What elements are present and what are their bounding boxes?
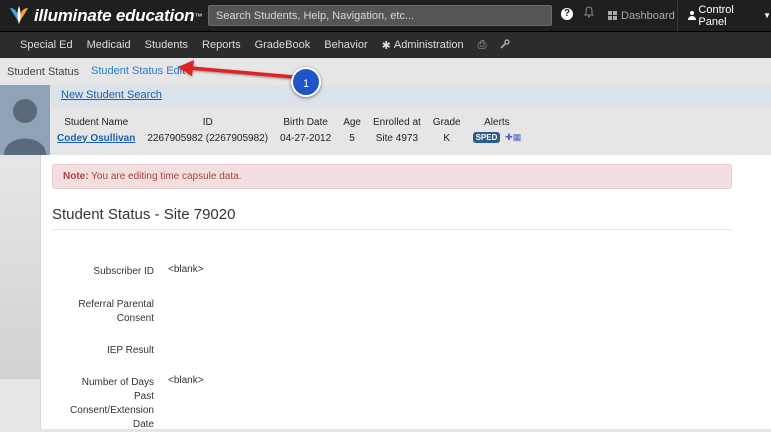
user-icon [688,11,697,20]
topbar-divider [677,0,678,31]
breadcrumb-student-status-edit[interactable]: Student Status Edit [91,65,185,77]
nav-special-ed[interactable]: Special Ed [20,39,73,51]
calendar-alert-icon[interactable]: ▦ [513,132,522,143]
notice-text: You are editing time capsule data. [88,171,242,182]
new-student-search-link[interactable]: New Student Search [61,89,162,101]
grade: K [443,132,451,144]
main-nav: Special Ed Medicaid Students Reports Gra… [0,32,771,58]
column-header: Birth Date [283,116,328,128]
control-panel-label: Control Panel [698,3,734,28]
sped-badge[interactable]: SPED [472,132,501,144]
nav-students[interactable]: Students [145,39,188,51]
column-header: Student Name [64,116,129,128]
student-name-link[interactable]: Codey Osullivan [51,130,141,146]
field-label-days-past-consent: Number of Days Past Consent/Extension Da… [70,377,154,430]
field-label-iep-result: IEP Result [106,345,154,356]
column-header: Alerts [484,116,510,128]
title-divider [52,229,732,230]
breadcrumb: Student Status Student Status Edit [0,58,771,85]
field-value-days-past-consent[interactable]: <blank> [168,375,204,386]
trademark: ™ [194,11,203,21]
column-header: ID [202,116,213,128]
column-header: Enrolled at [372,116,421,128]
notification-bell-icon[interactable] [583,6,595,21]
main-content: Note: You are editing time capsule data.… [40,155,771,430]
student-id: 2267905982 (2267905982) [147,132,269,144]
logo-icon [10,6,28,24]
field-label-subscriber-id: Subscriber ID [93,266,154,277]
birth-date: 04-27-2012 [280,132,332,144]
printer-icon[interactable]: ⎙ [478,39,487,52]
notice-prefix: Note: [63,171,89,182]
global-search-input[interactable] [208,5,552,26]
age: 5 [349,132,355,144]
dashboard-link[interactable]: Dashboard [608,0,675,31]
wrench-icon[interactable] [500,38,511,52]
column-header: Age [343,116,361,128]
left-gutter [0,155,40,379]
breadcrumb-student-status[interactable]: Student Status [7,66,79,78]
gear-icon: ✱ [381,39,391,52]
nav-administration[interactable]: ✱ Administration [382,39,464,52]
column-header: Grade [432,116,461,128]
time-capsule-notice: Note: You are editing time capsule data. [52,164,732,189]
avatar [0,85,50,155]
student-info-table: Student Name ID Birth Date Age Enrolled … [51,114,527,146]
field-label-referral-parental-consent: Referral Parental Consent [78,299,154,324]
nav-reports[interactable]: Reports [202,39,241,51]
logo[interactable]: illuminate education ™ [8,5,202,27]
nav-gradebook[interactable]: GradeBook [255,39,311,51]
medical-alert-icon[interactable]: ✚ [505,132,513,143]
student-header: New Student Search Student Name ID Birth… [0,85,771,155]
dashboard-grid-icon [608,11,617,20]
enrolled-at: Site 4973 [375,132,419,144]
nav-administration-label: Administration [393,39,464,51]
top-bar: illuminate education ™ ? Dashboard Contr… [0,0,771,32]
help-icon[interactable]: ? [561,8,573,20]
field-value-subscriber-id[interactable]: <blank> [168,264,204,275]
callout-badge: 1 [291,67,321,97]
control-panel-menu[interactable]: Control Panel ▼ [688,0,771,31]
alerts-cell: SPED ✚ ▦ [467,130,528,146]
nav-behavior[interactable]: Behavior [324,39,367,51]
page-title: Student Status - Site 79020 [52,206,236,223]
caret-down-icon: ▼ [763,11,771,20]
dashboard-label: Dashboard [621,9,675,22]
new-search-row: New Student Search [51,85,771,107]
nav-medicaid[interactable]: Medicaid [87,39,131,51]
brand-name: illuminate education [34,6,195,25]
annotation-arrow [178,60,296,79]
